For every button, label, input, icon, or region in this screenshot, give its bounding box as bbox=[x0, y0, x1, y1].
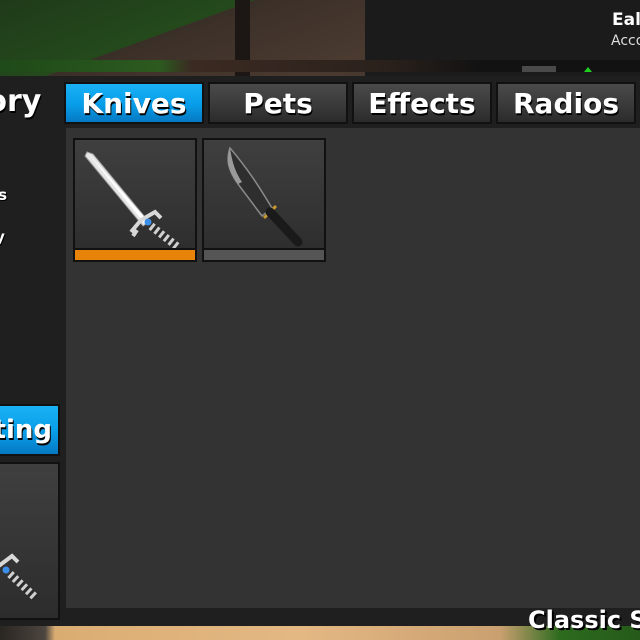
crafting-slot[interactable] bbox=[0, 462, 60, 620]
crafting-tab[interactable]: fting bbox=[0, 404, 60, 456]
sword-icon bbox=[0, 553, 39, 601]
item-card-ice-sword[interactable] bbox=[73, 138, 197, 262]
tab-pets[interactable]: Pets bbox=[208, 82, 348, 124]
tab-effects[interactable]: Effects bbox=[352, 82, 492, 124]
server-label: Classic Se bbox=[528, 606, 640, 634]
tab-knives[interactable]: Knives bbox=[64, 82, 204, 124]
sidebar-item[interactable]: ty bbox=[0, 228, 5, 246]
inventory-title: tory bbox=[0, 84, 42, 119]
rarity-bar bbox=[204, 248, 324, 260]
tab-radios[interactable]: Radios bbox=[496, 82, 636, 124]
item-card-bowie-knife[interactable] bbox=[202, 138, 326, 262]
sword-icon bbox=[84, 151, 182, 250]
sidebar-item[interactable]: es bbox=[0, 186, 7, 204]
knife-icon bbox=[227, 146, 303, 247]
player-account-label: Acco bbox=[611, 33, 640, 49]
player-name: Eal bbox=[612, 10, 640, 30]
topbar-chip bbox=[522, 66, 556, 72]
ping-icon bbox=[584, 67, 592, 72]
rarity-bar bbox=[75, 248, 195, 260]
